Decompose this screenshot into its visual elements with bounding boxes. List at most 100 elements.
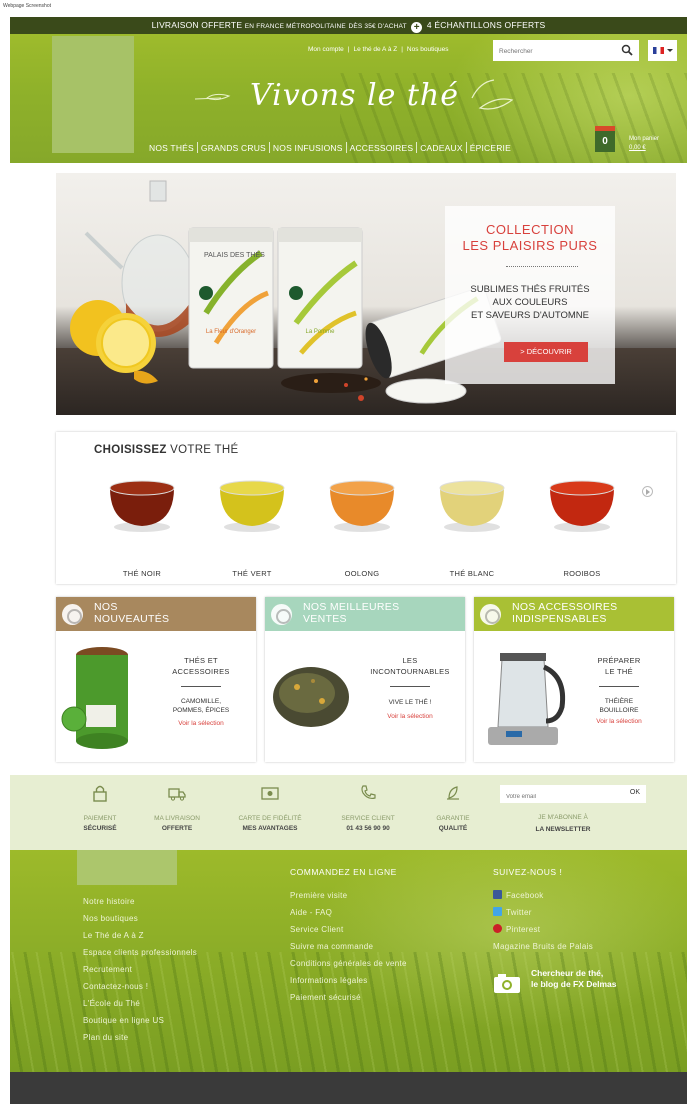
nav-grands-crus[interactable]: GRANDS CRUS (198, 143, 269, 153)
search-icon[interactable] (621, 44, 633, 56)
see-selection-link[interactable]: Voir la sélection (365, 713, 455, 720)
link-shops[interactable]: Nos boutiques (407, 46, 449, 53)
pinterest-link[interactable]: Pinterest (493, 921, 593, 938)
footer-link[interactable]: Nos boutiques (83, 910, 197, 927)
footer-link[interactable]: Plan du site (83, 1029, 197, 1046)
discover-button[interactable]: > DÉCOUVRIR (504, 342, 588, 362)
reassurance-delivery[interactable]: MA LIVRAISON OFFERTE (132, 784, 222, 832)
promo-threshold: DÈS 35€ D'ACHAT (348, 23, 407, 30)
newsletter-email-input[interactable] (500, 788, 610, 806)
camera-icon (494, 974, 520, 993)
footer-link[interactable]: Notre histoire (83, 893, 197, 910)
footer-link[interactable]: Recrutement (83, 961, 197, 978)
footer-col-order: COMMANDEZ EN LIGNE Première visite Aide … (290, 867, 407, 1006)
twitter-icon (493, 907, 502, 916)
footer-link[interactable]: Conditions générales de vente (290, 955, 407, 972)
divider (390, 686, 430, 687)
footer-link[interactable]: Suivre ma commande (290, 938, 407, 955)
lock-icon (93, 785, 107, 802)
footer-link[interactable]: Espace clients professionnels (83, 944, 197, 961)
site-footer: Notre histoire Nos boutiques Le Thé de A… (10, 850, 687, 1072)
card-accessories[interactable]: NOS ACCESSOIRES INDISPENSABLES PRÉPARER … (474, 597, 674, 762)
footer-link[interactable]: L'École du Thé (83, 995, 197, 1012)
leaf-icon (194, 93, 231, 101)
footer-link[interactable]: Paiement sécurisé (290, 989, 407, 1006)
reassurance-loyalty[interactable]: CARTE DE FIDÉLITÉ MES AVANTAGES (225, 784, 315, 832)
language-selector[interactable] (648, 40, 677, 61)
link-my-account[interactable]: Mon compte (308, 46, 344, 53)
reassurance-label: GARANTIE (436, 815, 470, 822)
footer-link[interactable]: Boutique en ligne US (83, 1012, 197, 1029)
site-logo[interactable] (52, 36, 134, 153)
loose-tea-image (273, 667, 349, 727)
emblem-icon (271, 604, 292, 625)
green-tea-tin-image (61, 647, 128, 749)
site-header: Mon compte | Le thé de A à Z | Nos boutiques… (10, 34, 687, 163)
magazine-link[interactable]: Magazine Bruits de Palais (493, 938, 593, 955)
footer-link[interactable]: Aide - FAQ (290, 904, 407, 921)
card-description: THÉIÈRE BOUILLOIRE (599, 698, 639, 714)
cart-summary[interactable]: Mon panier 0,00 € (629, 135, 659, 153)
newsletter-ok-button[interactable]: OK (630, 789, 640, 796)
svg-text:La Fleur d'Oranger: La Fleur d'Oranger (206, 329, 256, 335)
divider (506, 266, 578, 267)
reassurance-quality[interactable]: GARANTIE QUALITÉ (408, 784, 498, 832)
twitter-link[interactable]: Twitter (493, 904, 593, 921)
nav-accessoires[interactable]: ACCESSOIRES (347, 143, 417, 153)
footer-link[interactable]: Contactez-nous ! (83, 978, 197, 995)
card-header-title: NOS MEILLEURES VENTES (303, 601, 400, 625)
card-icon (261, 787, 279, 800)
footer-link[interactable]: Informations légales (290, 972, 407, 989)
card-title: PRÉPARER LE THÉ (597, 656, 641, 676)
search-input[interactable] (493, 41, 611, 62)
promo-samples: 4 ÉCHANTILLONS OFFERTS (426, 20, 546, 30)
cart-icon[interactable]: 0 (592, 122, 618, 152)
footer-col-about: Notre histoire Nos boutiques Le Thé de A… (83, 893, 197, 1046)
footer-link[interactable]: Service Client (290, 921, 407, 938)
link-tea-a-z[interactable]: Le thé de A à Z (353, 46, 397, 53)
promo-bar[interactable]: LIVRAISON OFFERTE EN FRANCE MÉTROPOLITAI… (10, 17, 687, 34)
tea-label-rooibos[interactable]: ROOIBOS (532, 569, 632, 578)
nav-epicerie[interactable]: ÉPICERIE (467, 143, 514, 153)
green-tea-cup-icon[interactable] (214, 474, 290, 534)
card-title: THÉS ET ACCESSOIRES (172, 656, 230, 676)
footer-link[interactable]: Le Thé de A à Z (83, 927, 197, 944)
tea-label-oolong[interactable]: OOLONG (312, 569, 412, 578)
plus-icon: + (411, 22, 423, 33)
oolong-cup-icon[interactable] (324, 474, 400, 534)
footer-link[interactable]: Première visite (290, 887, 407, 904)
nav-nos-thes[interactable]: NOS THÉS (146, 143, 197, 153)
newsletter-subscribe-link[interactable]: LA NEWSLETTER (490, 826, 636, 833)
tea-label-vert[interactable]: THÉ VERT (202, 569, 302, 578)
svg-text:PALAIS DES THÉS: PALAIS DES THÉS (204, 250, 265, 259)
brand-tagline: Vivons le thé (250, 78, 460, 113)
card-header: NOS NOUVEAUTÉS (56, 597, 256, 631)
hero-banner[interactable]: La Fleur d'Oranger PALAIS DES THÉS La Po… (56, 173, 676, 415)
card-best-sellers[interactable]: NOS MEILLEURES VENTES LES INCONTOURNABLE… (265, 597, 465, 762)
nav-cadeaux[interactable]: CADEAUX (417, 143, 466, 153)
footer-logo[interactable] (77, 850, 177, 885)
reassurance-service[interactable]: SERVICE CLIENT 01 43 56 90 90 (323, 784, 413, 832)
divider (181, 686, 221, 687)
tea-label-blanc[interactable]: THÉ BLANC (422, 569, 522, 578)
carousel-next-arrow[interactable] (642, 486, 653, 497)
hero-title: COLLECTION LES PLAISIRS PURS (462, 222, 598, 253)
footer-bottom-bar (10, 1072, 687, 1104)
reassurance-value: QUALITÉ (438, 825, 468, 832)
facebook-link[interactable]: Facebook (493, 887, 593, 904)
facebook-icon (493, 890, 502, 899)
section-title: CHOISISSEZ VOTRE THÉ (94, 444, 239, 456)
header-links: Mon compte | Le thé de A à Z | Nos boutiques (308, 46, 449, 53)
card-new-products[interactable]: NOS NOUVEAUTÉS THÉS ET ACCESSOIRES CAMOM… (56, 597, 256, 762)
truck-icon (168, 788, 186, 801)
footer-heading: SUIVEZ-NOUS ! (493, 867, 563, 877)
card-header-title: NOS NOUVEAUTÉS (94, 601, 170, 625)
tea-label-noir[interactable]: THÉ NOIR (92, 569, 192, 578)
white-tea-cup-icon[interactable] (434, 474, 510, 534)
nav-nos-infusions[interactable]: NOS INFUSIONS (270, 143, 346, 153)
see-selection-link[interactable]: Voir la sélection (574, 718, 664, 725)
rooibos-cup-icon[interactable] (544, 474, 620, 534)
black-tea-cup-icon[interactable] (104, 474, 180, 534)
see-selection-link[interactable]: Voir la sélection (156, 720, 246, 727)
reassurance-value: 01 43 56 90 90 (346, 825, 390, 832)
